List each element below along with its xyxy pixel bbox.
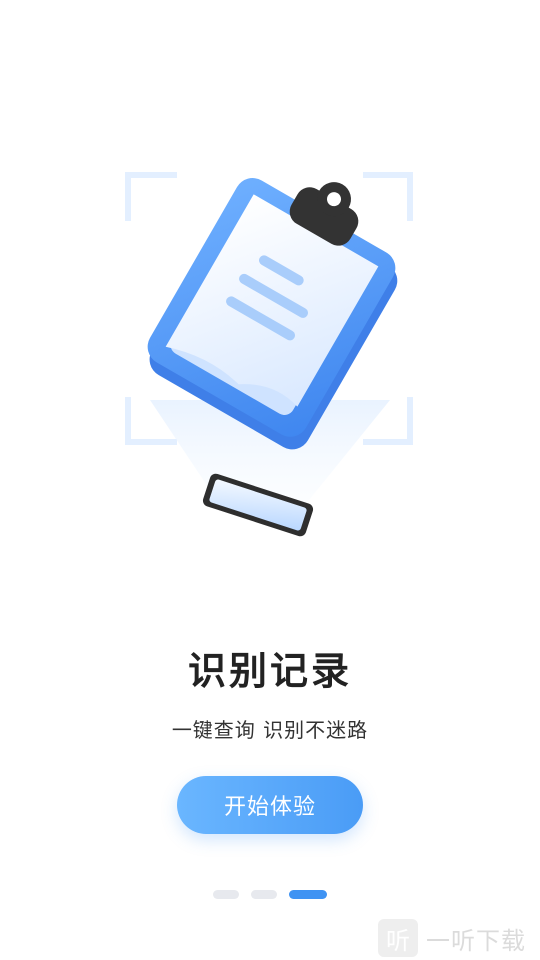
onboarding-screen: 识别记录 一键查询 识别不迷路 开始体验 听 一听下载: [0, 0, 540, 960]
onboarding-subtitle: 一键查询 识别不迷路: [171, 718, 369, 742]
page-indicator: [0, 888, 540, 900]
page-indicator-dot-2[interactable]: [251, 889, 277, 899]
onboarding-title: 识别记录: [187, 649, 352, 693]
watermark: 听 一听下载: [378, 918, 538, 958]
clipboard-scan-illustration: [125, 172, 413, 537]
page-indicator-dot-3-active[interactable]: [289, 889, 327, 899]
watermark-text: 一听下载: [426, 926, 526, 955]
watermark-logo: 听: [378, 919, 418, 957]
page-indicator-dot-1[interactable]: [213, 889, 239, 899]
start-experience-button[interactable]: 开始体验: [177, 776, 363, 834]
